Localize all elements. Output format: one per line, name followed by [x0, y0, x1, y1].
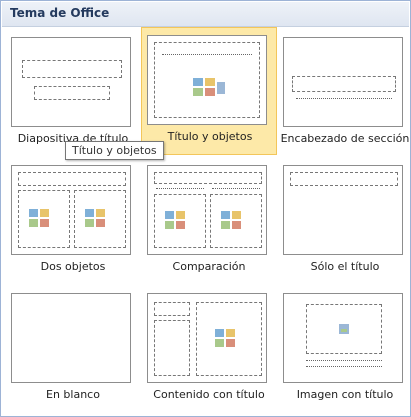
- content-placeholder-icon: [221, 211, 241, 229]
- layout-two-content[interactable]: Dos objetos: [5, 157, 141, 285]
- layout-label: Sólo el título: [310, 260, 380, 273]
- layout-label: Encabezado de sección: [280, 132, 410, 145]
- layout-thumbnail: [11, 165, 131, 255]
- content-placeholder-icon: [85, 209, 105, 227]
- content-placeholder-icon: [165, 211, 185, 229]
- layout-gallery: Tema de Office Diapositiva de título Tít…: [0, 0, 411, 417]
- content-placeholder-icon: [193, 78, 225, 96]
- layout-label: En blanco: [46, 388, 100, 401]
- layout-label: Comparación: [172, 260, 246, 273]
- layout-thumbnail: [283, 165, 403, 255]
- layout-picture-caption[interactable]: Imagen con título: [277, 285, 411, 413]
- layout-title-slide[interactable]: Diapositiva de título: [5, 29, 141, 157]
- content-placeholder-icon: [215, 329, 235, 347]
- layout-comparison[interactable]: Comparación: [141, 157, 277, 285]
- layout-thumbnail: [147, 35, 267, 125]
- picture-placeholder-icon: [339, 324, 349, 334]
- layout-thumbnail: [283, 293, 403, 383]
- layout-thumbnail: [11, 293, 131, 383]
- layout-title-content[interactable]: Título y objetos: [141, 27, 277, 155]
- layout-thumbnail: [283, 37, 403, 127]
- layout-label: Dos objetos: [40, 260, 106, 273]
- layout-section-header[interactable]: Encabezado de sección: [277, 29, 411, 157]
- gallery-title: Tema de Office: [10, 6, 110, 20]
- layout-label: Contenido con título: [153, 388, 265, 401]
- layout-title-only[interactable]: Sólo el título: [277, 157, 411, 285]
- layout-thumbnail: [11, 37, 131, 127]
- layout-thumbnail: [147, 165, 267, 255]
- gallery-header: Tema de Office: [2, 2, 409, 27]
- layout-tooltip: Título y objetos: [65, 141, 164, 160]
- layout-blank[interactable]: En blanco: [5, 285, 141, 413]
- content-placeholder-icon: [29, 209, 49, 227]
- layout-content-caption[interactable]: Contenido con título: [141, 285, 277, 413]
- layout-thumbnail: [147, 293, 267, 383]
- layout-label: Imagen con título: [296, 388, 394, 401]
